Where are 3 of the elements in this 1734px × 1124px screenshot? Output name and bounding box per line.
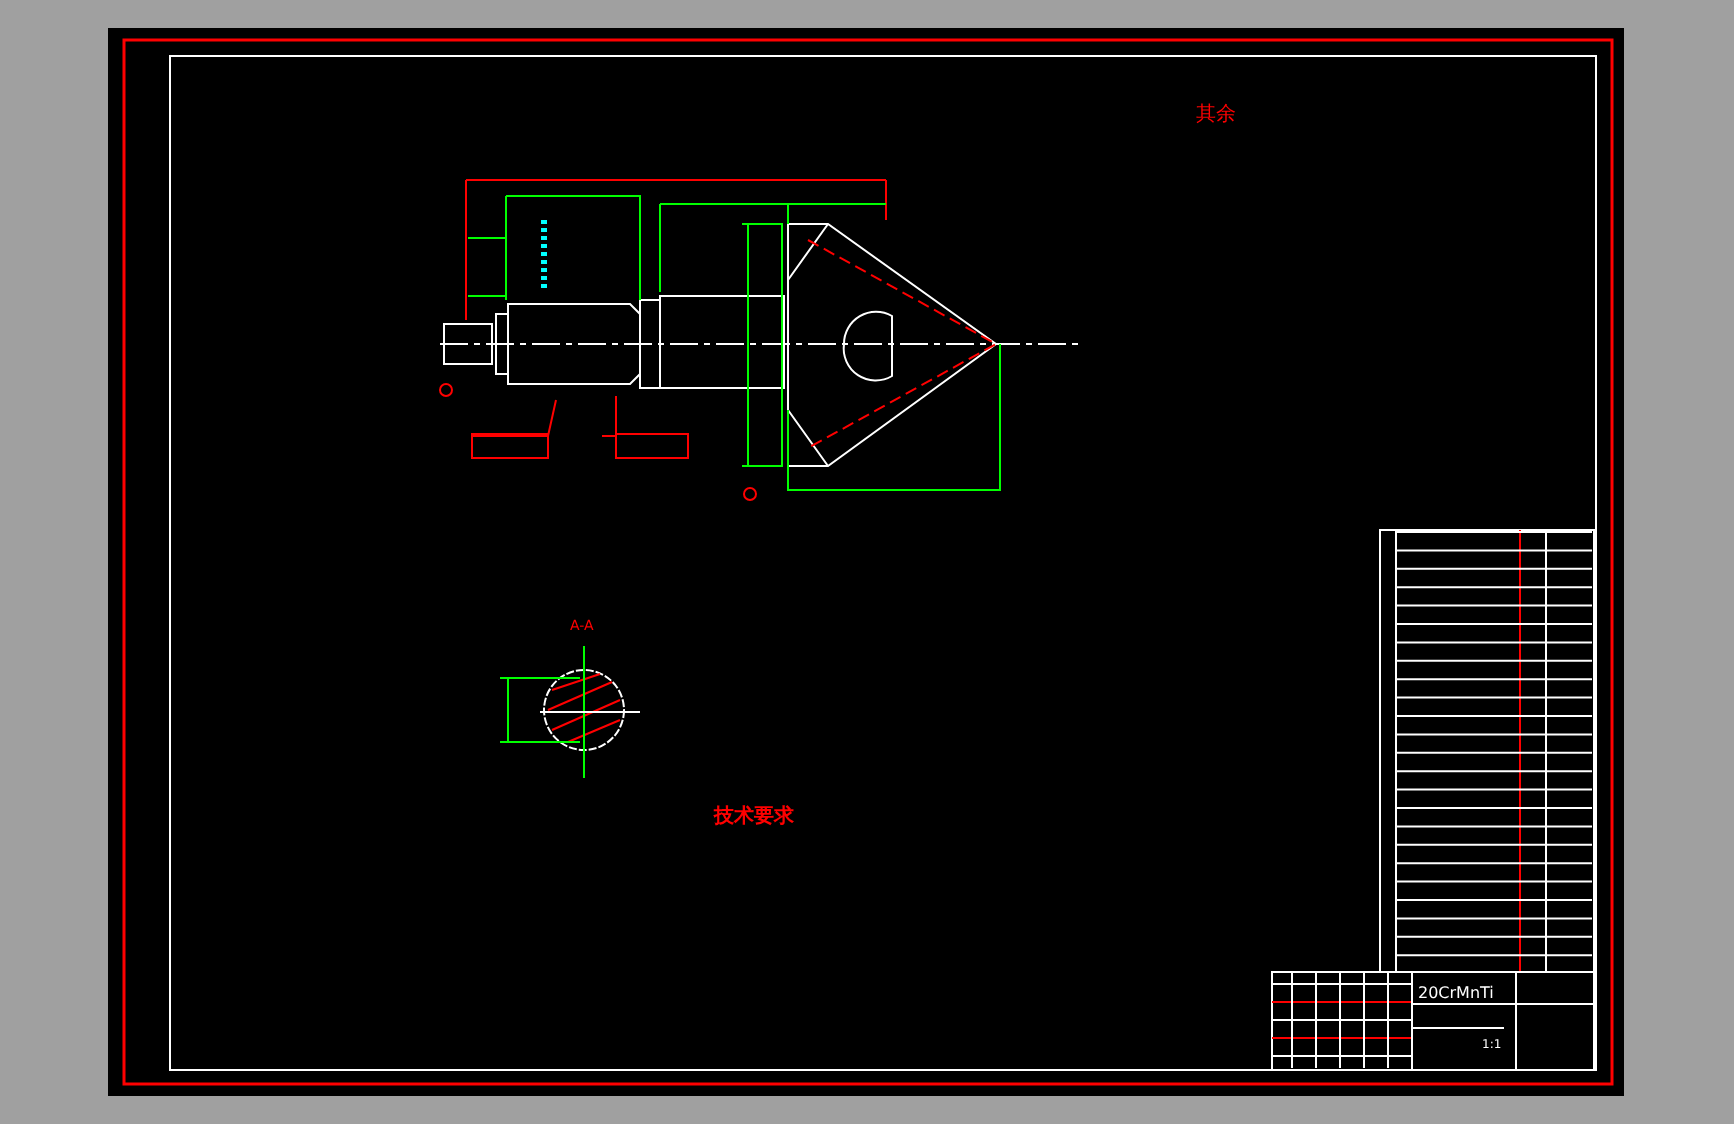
requirements-title: 技术要求 [714,806,794,828]
surface-roughness-note: 其余 [1196,104,1236,126]
material-label: 20CrMnTi [1418,984,1494,1002]
